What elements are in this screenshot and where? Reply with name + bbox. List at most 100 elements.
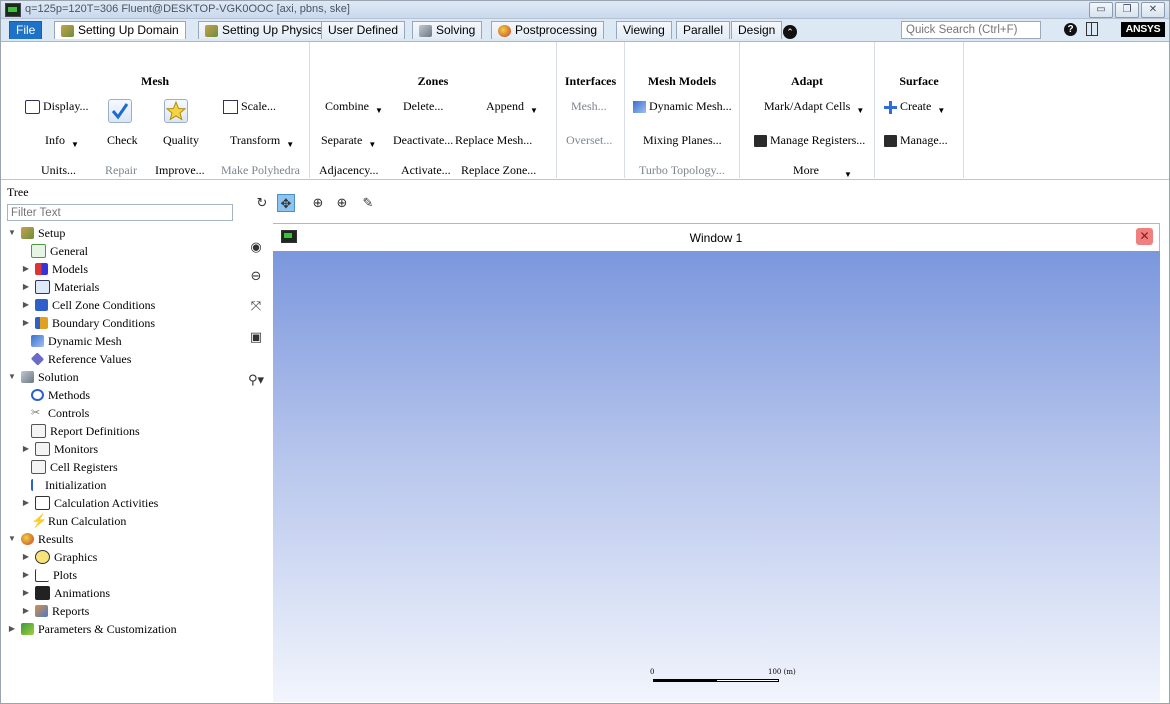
collapsed-arrow-icon[interactable]: ▶ [21, 602, 31, 620]
check-button[interactable]: Check [107, 133, 138, 148]
dynamic-mesh-button[interactable]: Dynamic Mesh... [633, 99, 732, 114]
tree-item-materials[interactable]: ▶ Materials [21, 278, 99, 296]
turbo-topology-button[interactable]: Turbo Topology... [639, 163, 725, 178]
transform-button[interactable]: Transform ▼ [230, 133, 294, 149]
fit-to-window-icon[interactable]: ◉ [247, 238, 265, 256]
probe-icon[interactable]: ✎ [359, 194, 377, 212]
info-button[interactable]: Info ▼ [45, 133, 79, 149]
collapsed-arrow-icon[interactable] [21, 587, 34, 599]
tree-item-controls[interactable]: ✂ Controls [31, 404, 89, 422]
tree-item-reports[interactable]: ▶ Reports [21, 602, 89, 620]
caret-down-icon: ▼ [368, 140, 377, 149]
zoom-in-icon[interactable]: ⊕ [309, 194, 327, 212]
minimize-button[interactable]: ▭ [1089, 2, 1113, 18]
graphics-icon [35, 550, 50, 564]
adapt-group-title: Adapt [790, 74, 823, 88]
more-button[interactable]: More ▼ [793, 163, 852, 179]
quality-button[interactable]: Quality [163, 133, 199, 148]
manage-surface-button[interactable]: Manage... [884, 133, 948, 148]
tree-item-graphics[interactable]: ▶ Graphics [21, 548, 97, 566]
collapsed-arrow-icon[interactable]: ▶ [21, 566, 31, 584]
replace-zone-button[interactable]: Replace Zone... [461, 163, 536, 178]
manage-registers-button[interactable]: Manage Registers... [754, 133, 865, 148]
tab-file[interactable]: File [9, 21, 43, 39]
collapsed-arrow-icon[interactable]: ▶ [21, 260, 31, 278]
activate-button[interactable]: Activate... [401, 163, 451, 178]
close-icon[interactable]: ✕ [1136, 228, 1153, 245]
tab-solving[interactable]: Solving [412, 21, 483, 39]
graphics-viewport[interactable]: 0 100 (m) [273, 251, 1160, 702]
overset-button[interactable]: Overset... [566, 133, 612, 148]
filter-text-input[interactable] [7, 204, 233, 221]
collapsed-arrow-icon[interactable]: ▶ [21, 278, 31, 296]
tree-item-methods[interactable]: Methods [31, 386, 90, 404]
scale-button[interactable]: Scale... [223, 99, 276, 114]
tab-postprocessing[interactable]: Postprocessing [491, 21, 605, 39]
tree-item-results[interactable]: ▼ Results [7, 530, 73, 548]
zoom-out-icon[interactable]: ⊖ [247, 267, 265, 285]
delete-button[interactable]: Delete... [403, 99, 443, 114]
tree-item-dynamic-mesh[interactable]: Dynamic Mesh [31, 332, 122, 350]
ribbon-collapse-button[interactable]: ⌃ [783, 23, 797, 41]
tab-label: Postprocessing [515, 23, 598, 37]
views-dropdown-icon[interactable]: ⚲▾ [245, 371, 267, 389]
tree-item-setup[interactable]: ▼ Setup [7, 224, 65, 242]
replace-mesh-button[interactable]: Replace Mesh... [455, 133, 532, 148]
collapsed-arrow-icon[interactable]: ▶ [21, 494, 31, 512]
expanded-arrow-icon[interactable]: ▼ [7, 224, 17, 242]
tab-user-defined[interactable]: User Defined [321, 21, 406, 39]
help-icon[interactable]: ? [1064, 23, 1077, 36]
pan-icon[interactable]: ✥ [277, 194, 295, 212]
tree-item-run-calculation[interactable]: ⚡ Run Calculation [31, 512, 126, 530]
axes-icon[interactable]: ⤧ [247, 297, 265, 315]
collapsed-arrow-icon[interactable]: ▶ [21, 296, 31, 314]
interfaces-mesh-button[interactable]: Mesh... [571, 99, 607, 114]
tree-item-reference-values[interactable]: Reference Values [30, 350, 131, 368]
restore-button[interactable]: ❐ [1115, 2, 1139, 18]
tree-item-solution[interactable]: ▼ Solution [7, 368, 79, 386]
tree-item-general[interactable]: General [31, 242, 88, 260]
append-button[interactable]: Append ▼ [486, 99, 538, 115]
units-button[interactable]: Units... [41, 163, 76, 178]
tree-item-cell-zone-conditions[interactable]: ▶ Cell Zone Conditions [21, 296, 155, 314]
expanded-arrow-icon[interactable]: ▼ [7, 368, 17, 386]
create-surface-button[interactable]: Create ▼ [884, 99, 945, 115]
tree-item-parameters-customization[interactable]: ▶ Parameters & Customization [7, 620, 177, 638]
display-button[interactable]: Display... [25, 99, 89, 114]
camera-icon[interactable]: ▣ [247, 328, 265, 346]
improve-button[interactable]: Improve... [155, 163, 205, 178]
collapsed-arrow-icon[interactable]: ▶ [21, 548, 31, 566]
combine-button[interactable]: Combine ▼ [325, 99, 383, 115]
quick-search-input[interactable] [901, 21, 1041, 39]
zoom-box-icon[interactable]: ⊕ [333, 194, 351, 212]
mark-adapt-cells-button[interactable]: Mark/Adapt Cells ▼ [764, 99, 864, 115]
collapsed-arrow-icon[interactable]: ▶ [7, 620, 17, 638]
expanded-arrow-icon[interactable]: ▼ [7, 530, 17, 548]
mixing-planes-button[interactable]: Mixing Planes... [643, 133, 722, 148]
make-polyhedra-button[interactable]: Make Polyhedra [221, 163, 300, 178]
separate-button[interactable]: Separate ▼ [321, 133, 377, 149]
tab-design[interactable]: Design [731, 21, 783, 39]
tree-item-boundary-conditions[interactable]: ▶ Boundary Conditions [21, 314, 155, 332]
tree-item-calculation-activities[interactable]: ▶ Calculation Activities [21, 494, 158, 512]
tab-setting-up-domain[interactable]: Setting Up Domain [54, 21, 186, 39]
deactivate-button[interactable]: Deactivate... [393, 133, 453, 148]
graphics-window-tab[interactable]: Window 1 ✕ [273, 223, 1160, 251]
rotate-view-icon[interactable]: ↻ [253, 194, 271, 212]
tab-parallel[interactable]: Parallel [676, 21, 731, 39]
tree-item-report-definitions[interactable]: Report Definitions [31, 422, 140, 440]
tab-setting-up-physics[interactable]: Setting Up Physics [198, 21, 330, 39]
tree-item-models[interactable]: ▶ Models [21, 260, 88, 278]
close-button[interactable]: ✕ [1141, 2, 1165, 18]
tree-item-initialization[interactable]: Initialization [31, 476, 106, 494]
adjacency-button[interactable]: Adjacency... [319, 163, 379, 178]
tab-viewing[interactable]: Viewing [616, 21, 672, 39]
layout-icon[interactable] [1086, 22, 1098, 36]
tree-item-plots[interactable]: ▶ Plots [21, 566, 77, 584]
collapsed-arrow-icon[interactable]: ▶ [21, 440, 31, 458]
tree-item-animations[interactable]: ▶ Animations [21, 584, 110, 602]
repair-button[interactable]: Repair [105, 163, 137, 178]
collapsed-arrow-icon[interactable]: ▶ [21, 314, 31, 332]
tree-item-monitors[interactable]: ▶ Monitors [21, 440, 98, 458]
tree-item-cell-registers[interactable]: Cell Registers [31, 458, 118, 476]
